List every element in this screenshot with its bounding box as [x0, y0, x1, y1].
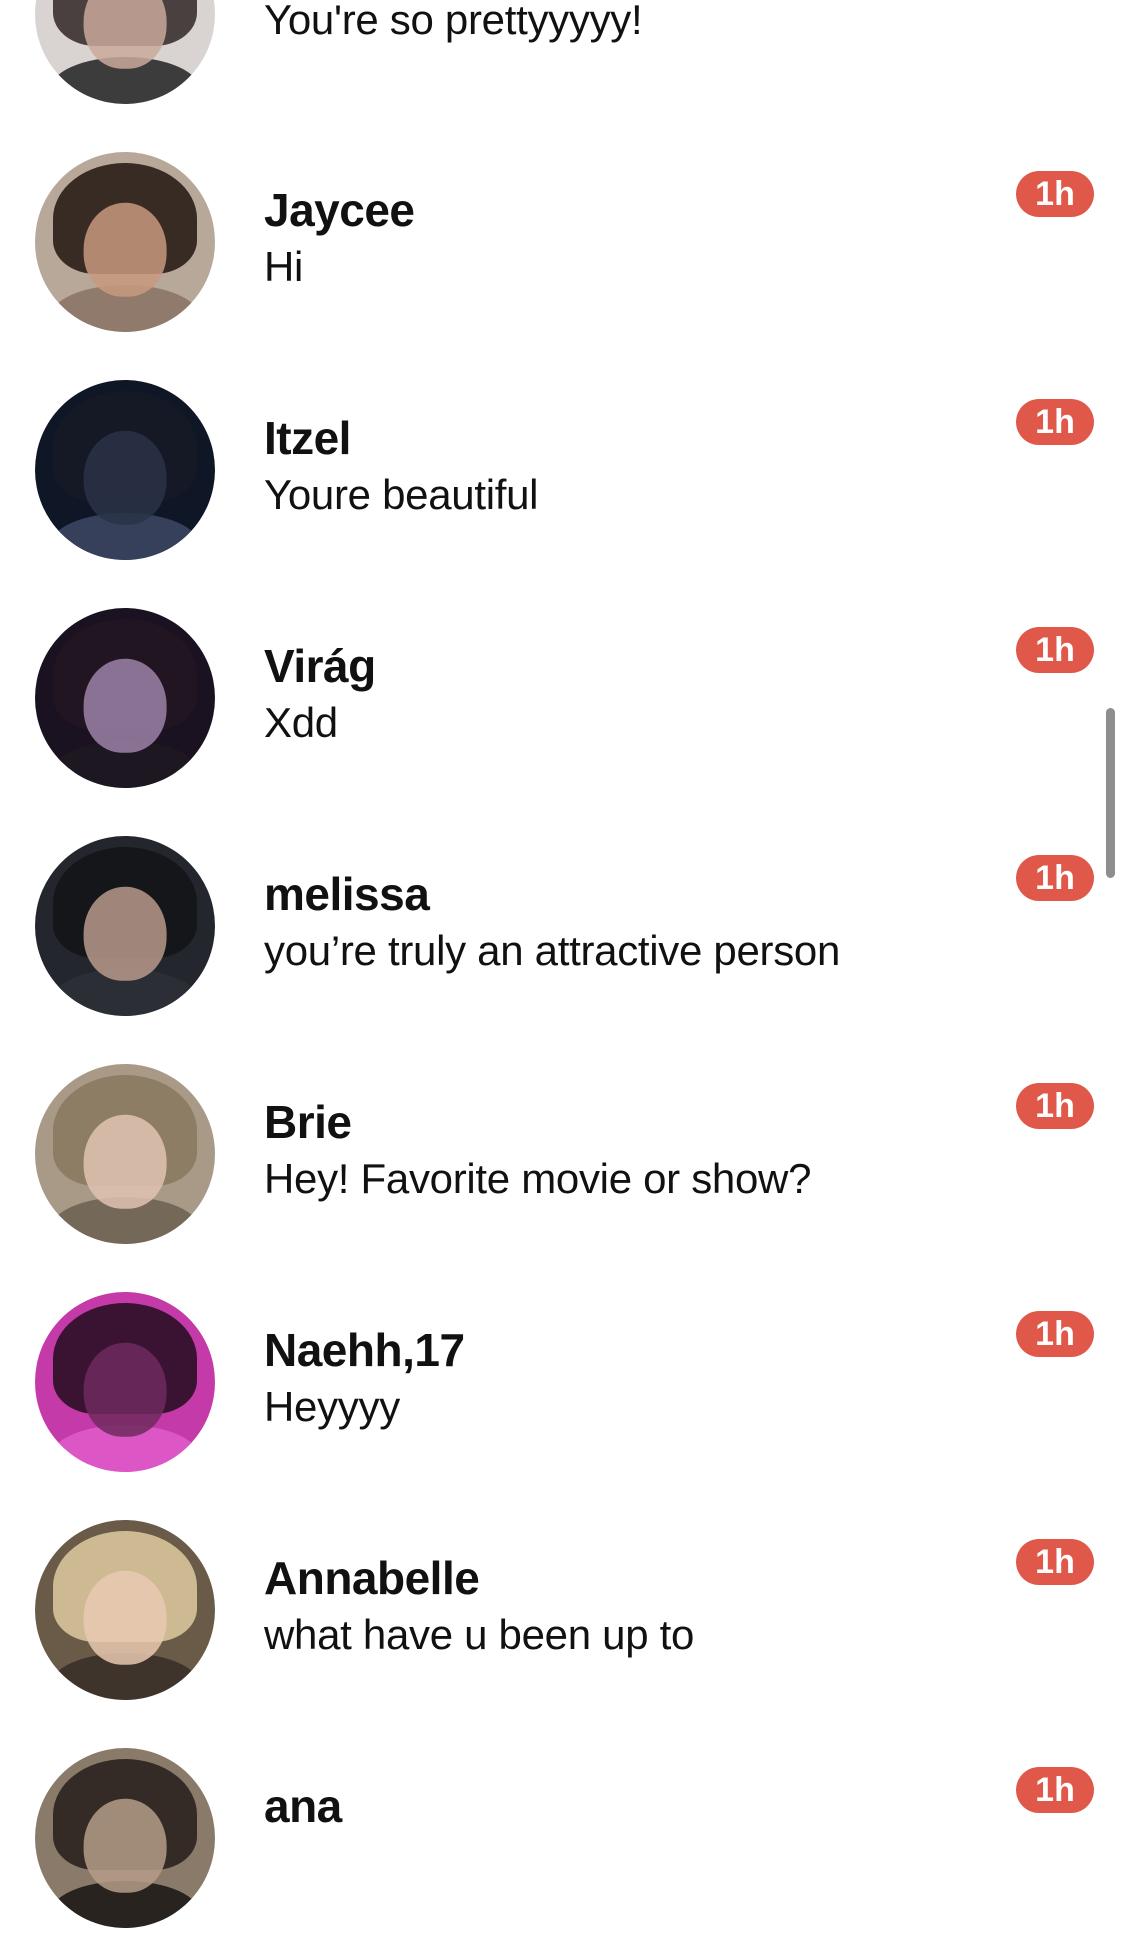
- message-preview: what have u been up to: [264, 1611, 695, 1658]
- time-badge: 1h: [1016, 1083, 1094, 1129]
- avatar-face: [83, 430, 167, 525]
- conversation-row[interactable]: Brie Hey! Favorite movie or show? 1h: [0, 1039, 1124, 1267]
- message-preview: Heyyyy: [264, 1383, 400, 1430]
- time-badge: 1h: [1016, 1767, 1094, 1813]
- message-preview: Xdd: [264, 699, 338, 746]
- contact-name: Jaycee: [264, 184, 415, 236]
- avatar-face: [83, 1570, 167, 1665]
- time-badge: 1h: [1016, 1539, 1094, 1585]
- message-preview: Hi: [264, 243, 304, 290]
- avatar[interactable]: [35, 836, 215, 1016]
- avatar-face: [83, 1798, 167, 1893]
- avatar[interactable]: [35, 152, 215, 332]
- contact-name: ana: [264, 1780, 342, 1832]
- time-badge: 1h: [1016, 855, 1094, 901]
- message-preview: Youre beautiful: [264, 471, 539, 518]
- time-badge: 1h: [1016, 627, 1094, 673]
- avatar[interactable]: [35, 1748, 215, 1928]
- message-preview: Hey! Favorite movie or show?: [264, 1155, 812, 1202]
- avatar-face: [83, 1114, 167, 1209]
- contact-name: Naehh,17: [264, 1324, 465, 1376]
- contact-name: Itzel: [264, 412, 351, 464]
- contact-name: Brie: [264, 1096, 352, 1148]
- time-badge: 1h: [1016, 1311, 1094, 1357]
- avatar[interactable]: [35, 1292, 215, 1472]
- avatar-face: [83, 1342, 167, 1437]
- contact-name: melissa: [264, 868, 430, 920]
- conversation-row[interactable]: Itzel Youre beautiful 1h: [0, 355, 1124, 583]
- avatar-face: [83, 658, 167, 753]
- conversation-row[interactable]: Jaycee Hi 1h: [0, 127, 1124, 355]
- conversation-row[interactable]: Annabelle what have u been up to 1h: [0, 1495, 1124, 1723]
- avatar-face: [83, 886, 167, 981]
- avatar[interactable]: [35, 608, 215, 788]
- time-badge: 1h: [1016, 171, 1094, 217]
- avatar[interactable]: [35, 0, 215, 104]
- avatar-face: [83, 0, 167, 69]
- avatar[interactable]: [35, 380, 215, 560]
- conversation-row[interactable]: Virág Xdd 1h: [0, 583, 1124, 811]
- conversation-row[interactable]: ana 1h: [0, 1723, 1124, 1951]
- scrollbar[interactable]: [1106, 708, 1115, 878]
- message-preview: You're so prettyyyyy!: [264, 0, 643, 43]
- conversation-row[interactable]: Naehh,17 Heyyyy 1h: [0, 1267, 1124, 1495]
- avatar[interactable]: [35, 1520, 215, 1700]
- conversation-row[interactable]: melissa you’re truly an attractive person…: [0, 811, 1124, 1039]
- avatar[interactable]: [35, 1064, 215, 1244]
- contact-name: Annabelle: [264, 1552, 480, 1604]
- avatar-face: [83, 202, 167, 297]
- conversation-row[interactable]: You're so prettyyyyy!: [0, 0, 1124, 127]
- message-preview: you’re truly an attractive person: [264, 927, 841, 974]
- time-badge: 1h: [1016, 399, 1094, 445]
- contact-name: Virág: [264, 640, 376, 692]
- conversation-list: You're so prettyyyyy! Jaycee Hi 1h Itzel Your…: [0, 0, 1124, 1951]
